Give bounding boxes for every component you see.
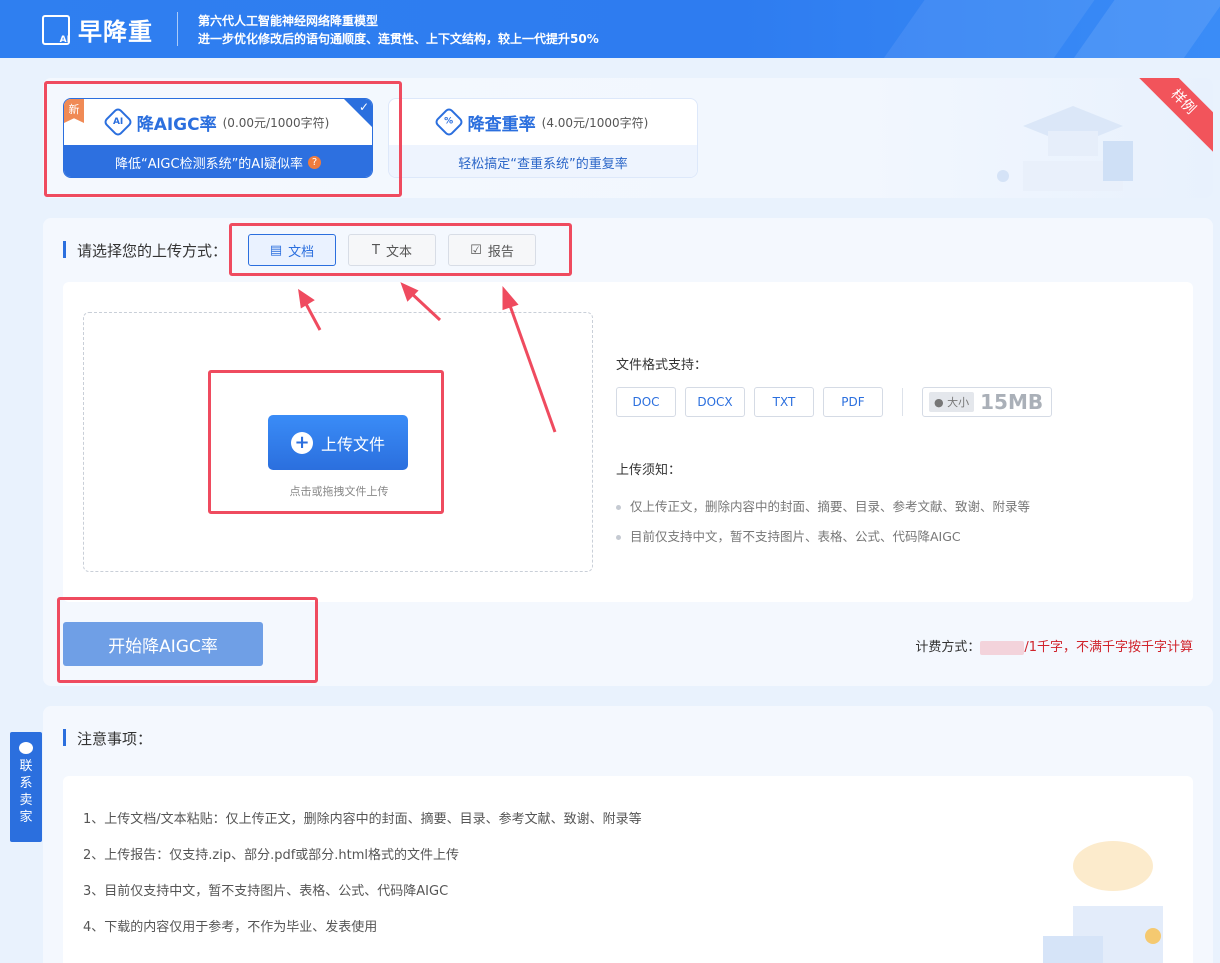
list-item: 3、目前仅支持中文，暂不支持图片、表格、公式、代码降AIGC xyxy=(83,884,449,899)
upload-file-label: 上传文件 xyxy=(320,434,385,454)
check-icon: ✓ xyxy=(358,100,369,114)
chat-icon xyxy=(19,742,33,754)
mode-selection-card: 新 ✓ AI 降AIGC率 (0.00元/1000字符) 降低“AIGC检测系统… xyxy=(43,78,1213,198)
notes-section-title: 注意事项： xyxy=(63,728,152,749)
tab-text[interactable]: T 文本 xyxy=(348,234,436,266)
percent-shield-icon: % xyxy=(433,106,465,138)
mode-duplicate-title: 降查重率 xyxy=(467,114,536,135)
slogan-line-1: 第六代人工智能神经网络降重模型 xyxy=(198,14,379,28)
file-dropzone[interactable]: + 上传文件 点击或拖拽文件上传 xyxy=(83,312,593,572)
notes-illustration xyxy=(1043,841,1163,963)
slogan-line-2: 进一步优化修改后的语句通顺度、连贯性、上下文结构，较上一代提升50% xyxy=(198,32,599,46)
upload-info: 文件格式支持： DOC DOCX TXT PDF ● 大小 15MB 上传须知：… xyxy=(616,354,1176,552)
plus-icon: + xyxy=(290,431,313,454)
mode-duplicate-desc: 轻松搞定“查重系统”的重复率 xyxy=(458,156,628,172)
upload-panel: + 上传文件 点击或拖拽文件上传 文件格式支持： DOC DOCX TXT PD… xyxy=(63,282,1193,602)
format-docx: DOCX xyxy=(685,387,745,417)
upload-hint: 点击或拖拽文件上传 xyxy=(289,485,389,498)
notice-label: 上传须知： xyxy=(616,463,682,478)
contact-char: 联 xyxy=(19,759,33,774)
document-icon: ▤ xyxy=(269,242,283,258)
list-item: 4、下载的内容仅用于参考，不作为毕业、发表使用 xyxy=(83,920,378,935)
divider xyxy=(902,388,903,416)
tab-document-label: 文档 xyxy=(288,244,315,260)
billing-label: 计费方式： xyxy=(915,640,981,655)
tab-report[interactable]: ☑ 报告 xyxy=(448,234,536,266)
top-header: AI 早降重 第六代人工智能神经网络降重模型 进一步优化修改后的语句通顺度、连贯… xyxy=(0,0,1220,58)
format-pdf: PDF xyxy=(823,387,883,417)
logo-icon: AI xyxy=(42,14,70,45)
header-divider xyxy=(177,12,178,46)
contact-char: 家 xyxy=(19,810,33,825)
help-icon[interactable]: ? xyxy=(308,155,322,169)
upload-file-button[interactable]: + 上传文件 xyxy=(268,415,408,470)
logo-text: 早降重 xyxy=(78,18,153,46)
slogan: 第六代人工智能神经网络降重模型 进一步优化修改后的语句通顺度、连贯性、上下文结构… xyxy=(198,12,599,48)
size-value: 15MB xyxy=(980,390,1044,414)
size-tag: ● 大小 xyxy=(929,392,975,412)
format-doc: DOC xyxy=(616,387,676,417)
mode-aigc-desc: 降低“AIGC检测系统”的AI疑似率 xyxy=(114,156,304,172)
upload-section-title: 请选择您的上传方式： xyxy=(63,240,227,261)
report-icon: ☑ xyxy=(470,242,482,258)
ai-shield-icon: AI xyxy=(102,106,134,138)
upload-method-tabs: ▤ 文档 T 文本 ☑ 报告 xyxy=(248,234,536,266)
billing-info: 计费方式： /1千字，不满千字按千字计算 xyxy=(915,636,1193,655)
size-limit: ● 大小 15MB xyxy=(922,387,1052,417)
mode-duplicate-price: (4.00元/1000字符) xyxy=(541,115,649,130)
notes-card: 注意事项： 1、上传文档/文本粘贴：仅上传正文，删除内容中的封面、摘要、目录、参… xyxy=(43,706,1213,963)
billing-note: 不满千字按千字计算 xyxy=(1075,640,1193,655)
list-item: 目前仅支持中文，暂不支持图片、表格、公式、代码降AIGC xyxy=(616,522,1176,552)
start-button[interactable]: 开始降AIGC率 xyxy=(63,622,263,666)
format-txt: TXT xyxy=(754,387,814,417)
format-list: DOC DOCX TXT PDF ● 大小 15MB xyxy=(616,387,1176,417)
formats-label: 文件格式支持： xyxy=(616,358,708,373)
mode-aigc-title: 降AIGC率 xyxy=(136,114,217,135)
billing-unit: /1千字， xyxy=(1024,640,1076,655)
contact-seller-button[interactable]: 联 系 卖 家 xyxy=(10,732,42,842)
mode-aigc-price: (0.00元/1000字符) xyxy=(222,115,330,130)
tab-text-label: 文本 xyxy=(385,244,412,260)
mode-option-aigc[interactable]: 新 ✓ AI 降AIGC率 (0.00元/1000字符) 降低“AIGC检测系统… xyxy=(63,98,373,178)
contact-char: 卖 xyxy=(19,793,33,808)
notes-list: 1、上传文档/文本粘贴：仅上传正文，删除内容中的封面、摘要、目录、参考文献、致谢… xyxy=(83,802,642,946)
billing-price-blurred xyxy=(980,640,1025,655)
list-item: 1、上传文档/文本粘贴：仅上传正文，删除内容中的封面、摘要、目录、参考文献、致谢… xyxy=(83,812,642,827)
upload-card: 请选择您的上传方式： ▤ 文档 T 文本 ☑ 报告 + 上传文件 点击或拖拽文件… xyxy=(43,218,1213,686)
graduation-illustration xyxy=(997,106,1133,191)
mode-option-duplicate[interactable]: % 降查重率 (4.00元/1000字符) 轻松搞定“查重系统”的重复率 xyxy=(388,98,698,178)
text-icon: T xyxy=(372,242,380,258)
tab-report-label: 报告 xyxy=(487,244,514,260)
list-item: 2、上传报告：仅支持.zip、部分.pdf或部分.html格式的文件上传 xyxy=(83,848,460,863)
contact-char: 系 xyxy=(19,776,33,791)
notice-list: 仅上传正文，删除内容中的封面、摘要、目录、参考文献、致谢、附录等 目前仅支持中文… xyxy=(616,492,1176,552)
list-item: 仅上传正文，删除内容中的封面、摘要、目录、参考文献、致谢、附录等 xyxy=(616,492,1176,522)
logo[interactable]: AI 早降重 xyxy=(42,12,153,47)
tab-document[interactable]: ▤ 文档 xyxy=(248,234,336,266)
notes-panel: 1、上传文档/文本粘贴：仅上传正文，删除内容中的封面、摘要、目录、参考文献、致谢… xyxy=(63,776,1193,963)
